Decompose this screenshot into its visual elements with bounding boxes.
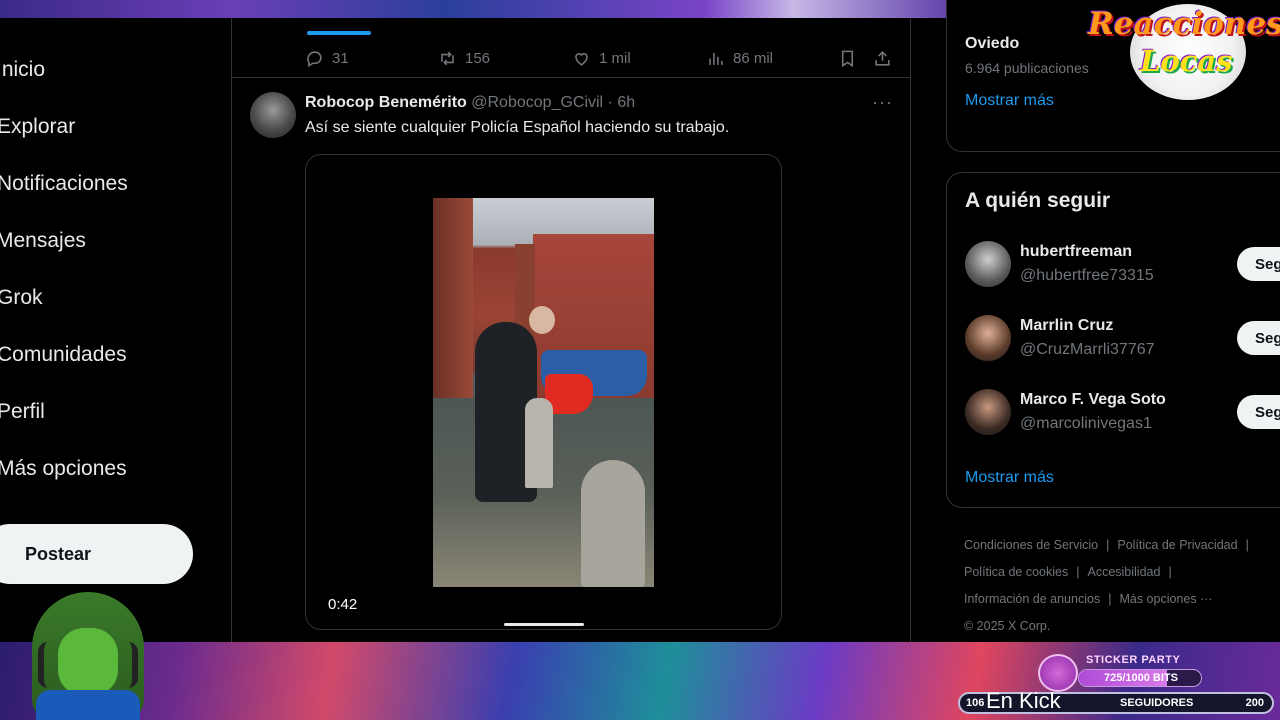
tweet-header: Robocop Benemérito @Robocop_GCivil · 6h	[305, 94, 635, 112]
views-button[interactable]: 86 mil	[706, 44, 773, 72]
footer-more-link[interactable]: Más opciones ···	[1119, 592, 1212, 606]
video-bollard-right	[581, 460, 645, 587]
trend-post-count: 6.964 publicaciones	[965, 60, 1089, 76]
bits-progress-bar: 725/1000 BITS	[1078, 669, 1202, 687]
timeline-column: 31 156 1 mil 86 mil Robocop Benemérito @…	[231, 18, 911, 642]
user-name[interactable]: Marrlin Cruz	[1020, 317, 1113, 335]
footer-cookies-link[interactable]: Política de cookies	[964, 565, 1068, 579]
user-handle: @marcolinivegas1	[1020, 415, 1152, 432]
video-person-head	[529, 306, 555, 334]
right-sidebar: Oviedo 6.964 publicaciones Mostrar más A…	[946, 0, 1280, 642]
follow-button[interactable]: Seguir	[1237, 395, 1280, 429]
user-handle: @hubertfree73315	[1020, 267, 1154, 284]
user-name[interactable]: hubertfreeman	[1020, 243, 1132, 261]
tweet-author-handle[interactable]: @Robocop_GCivil	[471, 94, 603, 111]
who-to-follow-show-more-link[interactable]: Mostrar más	[965, 469, 1054, 487]
sticker-party-title: STICKER PARTY	[1086, 654, 1181, 666]
follow-button[interactable]: Seguir	[1237, 247, 1280, 281]
followers-goal-label: SEGUIDORES	[1120, 697, 1194, 709]
reply-icon	[307, 50, 322, 67]
views-icon	[709, 52, 723, 65]
footer-copyright: © 2025 X Corp.	[964, 619, 1051, 633]
footer-links: Condiciones de Servicio | Política de Priv…	[964, 532, 1280, 640]
tweet-text: Así se siente cualquier Policía Español …	[305, 119, 730, 136]
followers-goal-end: 200	[1245, 697, 1264, 709]
bookmark-button[interactable]	[838, 44, 857, 72]
like-count: 1 mil	[599, 49, 631, 67]
tweet-author-name[interactable]: Robocop Benemérito	[305, 94, 467, 111]
followers-goal-start: 106	[966, 697, 985, 709]
footer-terms-link[interactable]: Condiciones de Servicio	[964, 538, 1098, 552]
repost-button[interactable]: 156	[438, 44, 490, 72]
scroll-indicator	[307, 31, 371, 35]
user-avatar[interactable]	[965, 315, 1011, 361]
tweet-timestamp[interactable]: · 6h	[608, 94, 636, 111]
sidebar-item-inicio[interactable]: Inicio	[0, 58, 45, 82]
repost-count: 156	[465, 49, 491, 67]
channel-logo-line2: Locas	[1140, 44, 1233, 78]
footer-separator: |	[1106, 538, 1110, 552]
views-count: 86 mil	[733, 49, 774, 67]
trend-title[interactable]: Oviedo	[965, 35, 1019, 53]
sidebar-nav: Inicio Explorar Notificaciones Mensajes …	[0, 18, 231, 642]
follow-button[interactable]: Seguir	[1237, 321, 1280, 355]
like-button[interactable]: 1 mil	[572, 44, 631, 72]
share-button[interactable]	[873, 44, 892, 72]
reply-count: 31	[332, 49, 349, 67]
follow-suggestion[interactable]: hubertfreeman @hubertfree73315 Seguir	[965, 241, 1280, 291]
footer-separator: |	[1108, 592, 1112, 606]
follow-suggestion[interactable]: Marco F. Vega Soto @marcolinivegas1 Segu…	[965, 389, 1280, 439]
repost-icon	[441, 51, 454, 65]
video-bollard-left	[525, 398, 553, 488]
sticker-heart-icon	[1038, 654, 1078, 692]
sidebar-item-notificaciones[interactable]: Notificaciones	[0, 172, 128, 196]
user-avatar[interactable]	[965, 241, 1011, 287]
sidebar-item-grok[interactable]: Grok	[0, 286, 43, 310]
previous-tweet-actions: 31 156 1 mil 86 mil	[232, 38, 911, 78]
streamer-avatar	[22, 588, 154, 720]
who-to-follow-card: A quién seguir hubertfreeman @hubertfree…	[946, 172, 1280, 508]
user-avatar[interactable]	[965, 389, 1011, 435]
tweet-more-icon[interactable]: ···	[872, 92, 893, 113]
who-to-follow-title: A quién seguir	[965, 189, 1111, 212]
channel-logo-line1: Reacciones	[1088, 6, 1280, 42]
footer-separator: |	[1245, 538, 1249, 552]
sidebar-item-mas-opciones[interactable]: Más opciones	[0, 457, 127, 481]
en-kick-label: En Kick	[986, 688, 1061, 713]
footer-accessibility-link[interactable]: Accesibilidad	[1087, 565, 1160, 579]
heart-icon	[575, 52, 588, 66]
video-scrubber[interactable]	[504, 623, 584, 626]
follow-suggestion[interactable]: Marrlin Cruz @CruzMarrli37767 Seguir	[965, 315, 1280, 365]
footer-ads-link[interactable]: Información de anuncios	[964, 592, 1100, 606]
bits-progress-text: 725/1000 BITS	[1104, 672, 1178, 684]
tweet-video-player[interactable]: 0:42	[305, 154, 782, 630]
stream-goals-widget: STICKER PARTY 725/1000 BITS 106 SEGUIDOR…	[958, 654, 1278, 720]
post-button[interactable]: Postear	[0, 524, 193, 584]
video-building-left	[433, 198, 473, 398]
bookmark-icon	[841, 50, 854, 67]
reply-button[interactable]: 31	[305, 44, 349, 72]
video-frame[interactable]	[433, 198, 654, 587]
sidebar-item-mensajes[interactable]: Mensajes	[0, 229, 86, 253]
footer-separator: |	[1168, 565, 1172, 579]
share-icon	[875, 50, 890, 66]
user-name[interactable]: Marco F. Vega Soto	[1020, 391, 1166, 409]
trends-show-more-link[interactable]: Mostrar más	[965, 92, 1054, 110]
sidebar-item-explorar[interactable]: Explorar	[0, 115, 75, 139]
sidebar-item-comunidades[interactable]: Comunidades	[0, 343, 127, 367]
tweet-author-avatar[interactable]	[250, 92, 296, 138]
avatar-jacket	[36, 690, 140, 720]
footer-privacy-link[interactable]: Política de Privacidad	[1117, 538, 1237, 552]
avatar-headset	[38, 642, 138, 688]
footer-separator: |	[1076, 565, 1080, 579]
sidebar-item-perfil[interactable]: Perfil	[0, 400, 45, 424]
user-handle: @CruzMarrli37767	[1020, 341, 1155, 358]
video-timecode: 0:42	[328, 596, 358, 613]
